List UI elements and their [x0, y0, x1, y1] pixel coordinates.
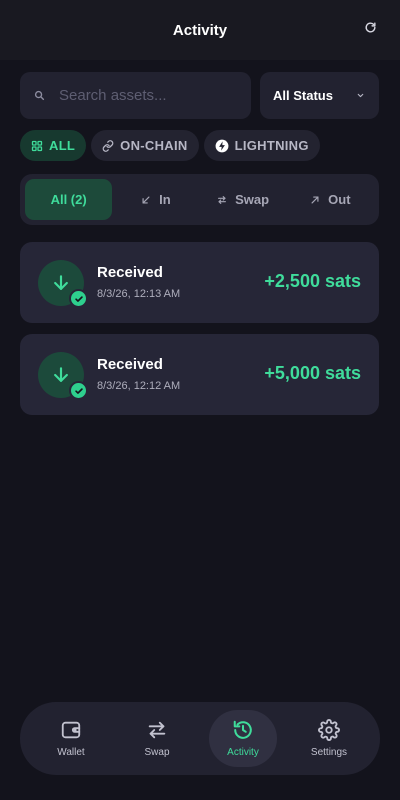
nav-label: Settings: [310, 747, 348, 758]
transaction-date: 8/3/26, 12:13 AM: [97, 288, 181, 300]
transaction-item[interactable]: Received 8/3/26, 12:13 AM +2,500 sats: [20, 242, 379, 323]
refresh-button[interactable]: [360, 20, 380, 40]
tab-label: Out: [328, 192, 351, 207]
transaction-date: 8/3/26, 12:12 AM: [97, 380, 181, 392]
filter-chip-label: ON-CHAIN: [120, 138, 188, 153]
search-box[interactable]: [20, 72, 251, 119]
swap-icon: [146, 719, 168, 741]
header: Activity: [0, 0, 400, 60]
history-icon: [232, 719, 254, 741]
nav-item-wallet[interactable]: Wallet: [37, 710, 105, 767]
direction-tabs: All (2) In Swap Out: [20, 174, 379, 225]
wallet-icon: [60, 719, 82, 741]
confirmed-check-icon: [69, 381, 88, 400]
link-icon: [102, 139, 114, 152]
nav-item-activity[interactable]: Activity: [209, 710, 277, 767]
page-title: Activity: [172, 21, 228, 39]
tab-out[interactable]: Out: [287, 179, 374, 220]
tab-swap[interactable]: Swap: [200, 179, 287, 220]
filter-chip-on-chain[interactable]: ON-CHAIN: [91, 130, 199, 161]
nav-item-settings[interactable]: Settings: [295, 710, 363, 767]
tab-all[interactable]: All (2): [25, 179, 113, 220]
transaction-title: Received: [97, 356, 163, 373]
swap-icon: [217, 195, 227, 205]
nav-label: Wallet: [57, 747, 85, 758]
lightning-icon: [215, 139, 229, 153]
filter-chip-label: LIGHTNING: [234, 138, 309, 153]
bottom-nav: Wallet Swap Activity Settings: [20, 702, 380, 775]
status-filter-value: All Status: [273, 88, 333, 103]
gear-icon: [318, 719, 340, 741]
confirmed-check-icon: [69, 289, 88, 308]
transaction-amount: +5,000 sats: [264, 363, 361, 383]
arrow-down-left-icon: [141, 195, 151, 205]
nav-label: Activity: [227, 747, 259, 758]
status-filter-select[interactable]: All Status: [260, 72, 379, 119]
grid-icon: [31, 140, 43, 152]
tab-label: All (2): [50, 192, 87, 207]
tab-label: Swap: [235, 192, 270, 207]
nav-label: Swap: [144, 747, 170, 758]
refresh-icon: [364, 21, 377, 39]
chevron-down-icon: [356, 91, 365, 100]
activity-screen: Activity All Status: [0, 0, 400, 800]
nav-item-swap[interactable]: Swap: [123, 710, 191, 767]
transaction-item[interactable]: Received 8/3/26, 12:12 AM +5,000 sats: [20, 334, 379, 415]
tab-label: In: [159, 192, 171, 207]
transaction-title: Received: [97, 264, 163, 281]
filter-chip-lightning[interactable]: LIGHTNING: [203, 130, 320, 161]
transaction-amount: +2,500 sats: [264, 271, 361, 291]
filter-chip-label: ALL: [49, 138, 76, 153]
network-filter-group: ALL ON-CHAIN LIGHTNING: [20, 130, 320, 161]
search-input[interactable]: [59, 87, 239, 104]
tab-in[interactable]: In: [112, 179, 199, 220]
arrow-up-right-icon: [310, 195, 320, 205]
filter-chip-all[interactable]: ALL: [20, 130, 87, 161]
search-icon: [34, 90, 45, 101]
